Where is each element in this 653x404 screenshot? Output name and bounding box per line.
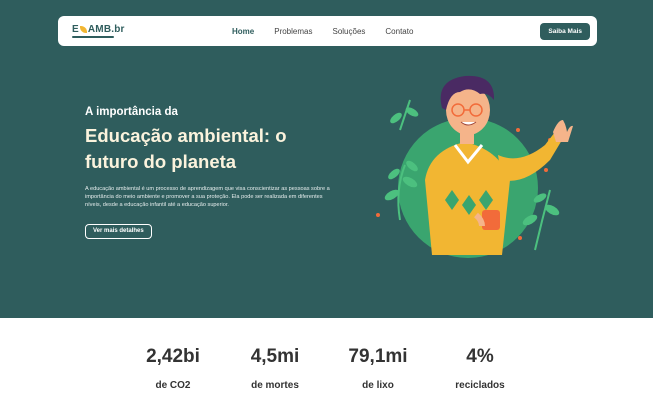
- navbar: E AMB.br Home Problemas Soluções Contato …: [58, 16, 597, 46]
- waving-hand-shape: [553, 120, 573, 142]
- nav-link-problemas[interactable]: Problemas: [274, 27, 312, 36]
- leaf-icon: [79, 26, 87, 33]
- nav-links: Home Problemas Soluções Contato: [232, 16, 433, 46]
- hero-description: A educação ambiental é um processo de ap…: [85, 186, 330, 209]
- hero-section: E AMB.br Home Problemas Soluções Contato …: [0, 0, 653, 318]
- logo[interactable]: E AMB.br: [72, 24, 125, 38]
- dot-shape: [518, 236, 522, 240]
- stat-lixo: 79,1mi de lixo: [323, 346, 433, 391]
- nav-link-home[interactable]: Home: [232, 27, 254, 36]
- stat-label: reciclados: [455, 380, 505, 391]
- leaf-branch-top-icon: [390, 99, 419, 131]
- logo-text-left: E: [72, 24, 79, 35]
- logo-text-right: AMB.br: [87, 24, 125, 35]
- nav-link-solucoes[interactable]: Soluções: [332, 27, 365, 36]
- stat-label: de lixo: [362, 380, 394, 391]
- stat-reciclados: 4% reciclados: [425, 346, 535, 391]
- dot-shape: [376, 213, 380, 217]
- hero-title-line2: futuro do planeta: [85, 151, 237, 172]
- stat-value: 4,5mi: [250, 346, 300, 367]
- stat-mortes: 4,5mi de mortes: [220, 346, 330, 391]
- hero-pre-title: A importância da: [85, 106, 178, 118]
- stat-co2: 2,42bi de CO2: [118, 346, 228, 391]
- stat-value: 2,42bi: [146, 346, 200, 367]
- hero-title-line1: Educação ambiental: o: [85, 125, 287, 146]
- hero-text: A importância da Educação ambiental: o f…: [85, 106, 345, 239]
- stat-value: 4%: [466, 346, 494, 367]
- hero-title: Educação ambiental: o futuro do planeta: [85, 123, 345, 175]
- stat-value: 79,1mi: [348, 346, 408, 367]
- nav-link-contato[interactable]: Contato: [385, 27, 413, 36]
- mug-icon: [482, 210, 500, 230]
- ver-mais-detalhes-button[interactable]: Ver mais detalhes: [85, 223, 152, 239]
- stat-label: de mortes: [251, 380, 299, 391]
- stats-section: 2,42bi de CO2 4,5mi de mortes 79,1mi de …: [0, 318, 653, 404]
- saiba-mais-button[interactable]: Saiba Mais: [540, 23, 590, 40]
- stat-label: de CO2: [155, 380, 191, 391]
- dot-shape: [516, 128, 520, 132]
- student-illustration: [376, 75, 573, 258]
- logo-underline: [72, 36, 114, 38]
- dot-shape: [544, 168, 548, 172]
